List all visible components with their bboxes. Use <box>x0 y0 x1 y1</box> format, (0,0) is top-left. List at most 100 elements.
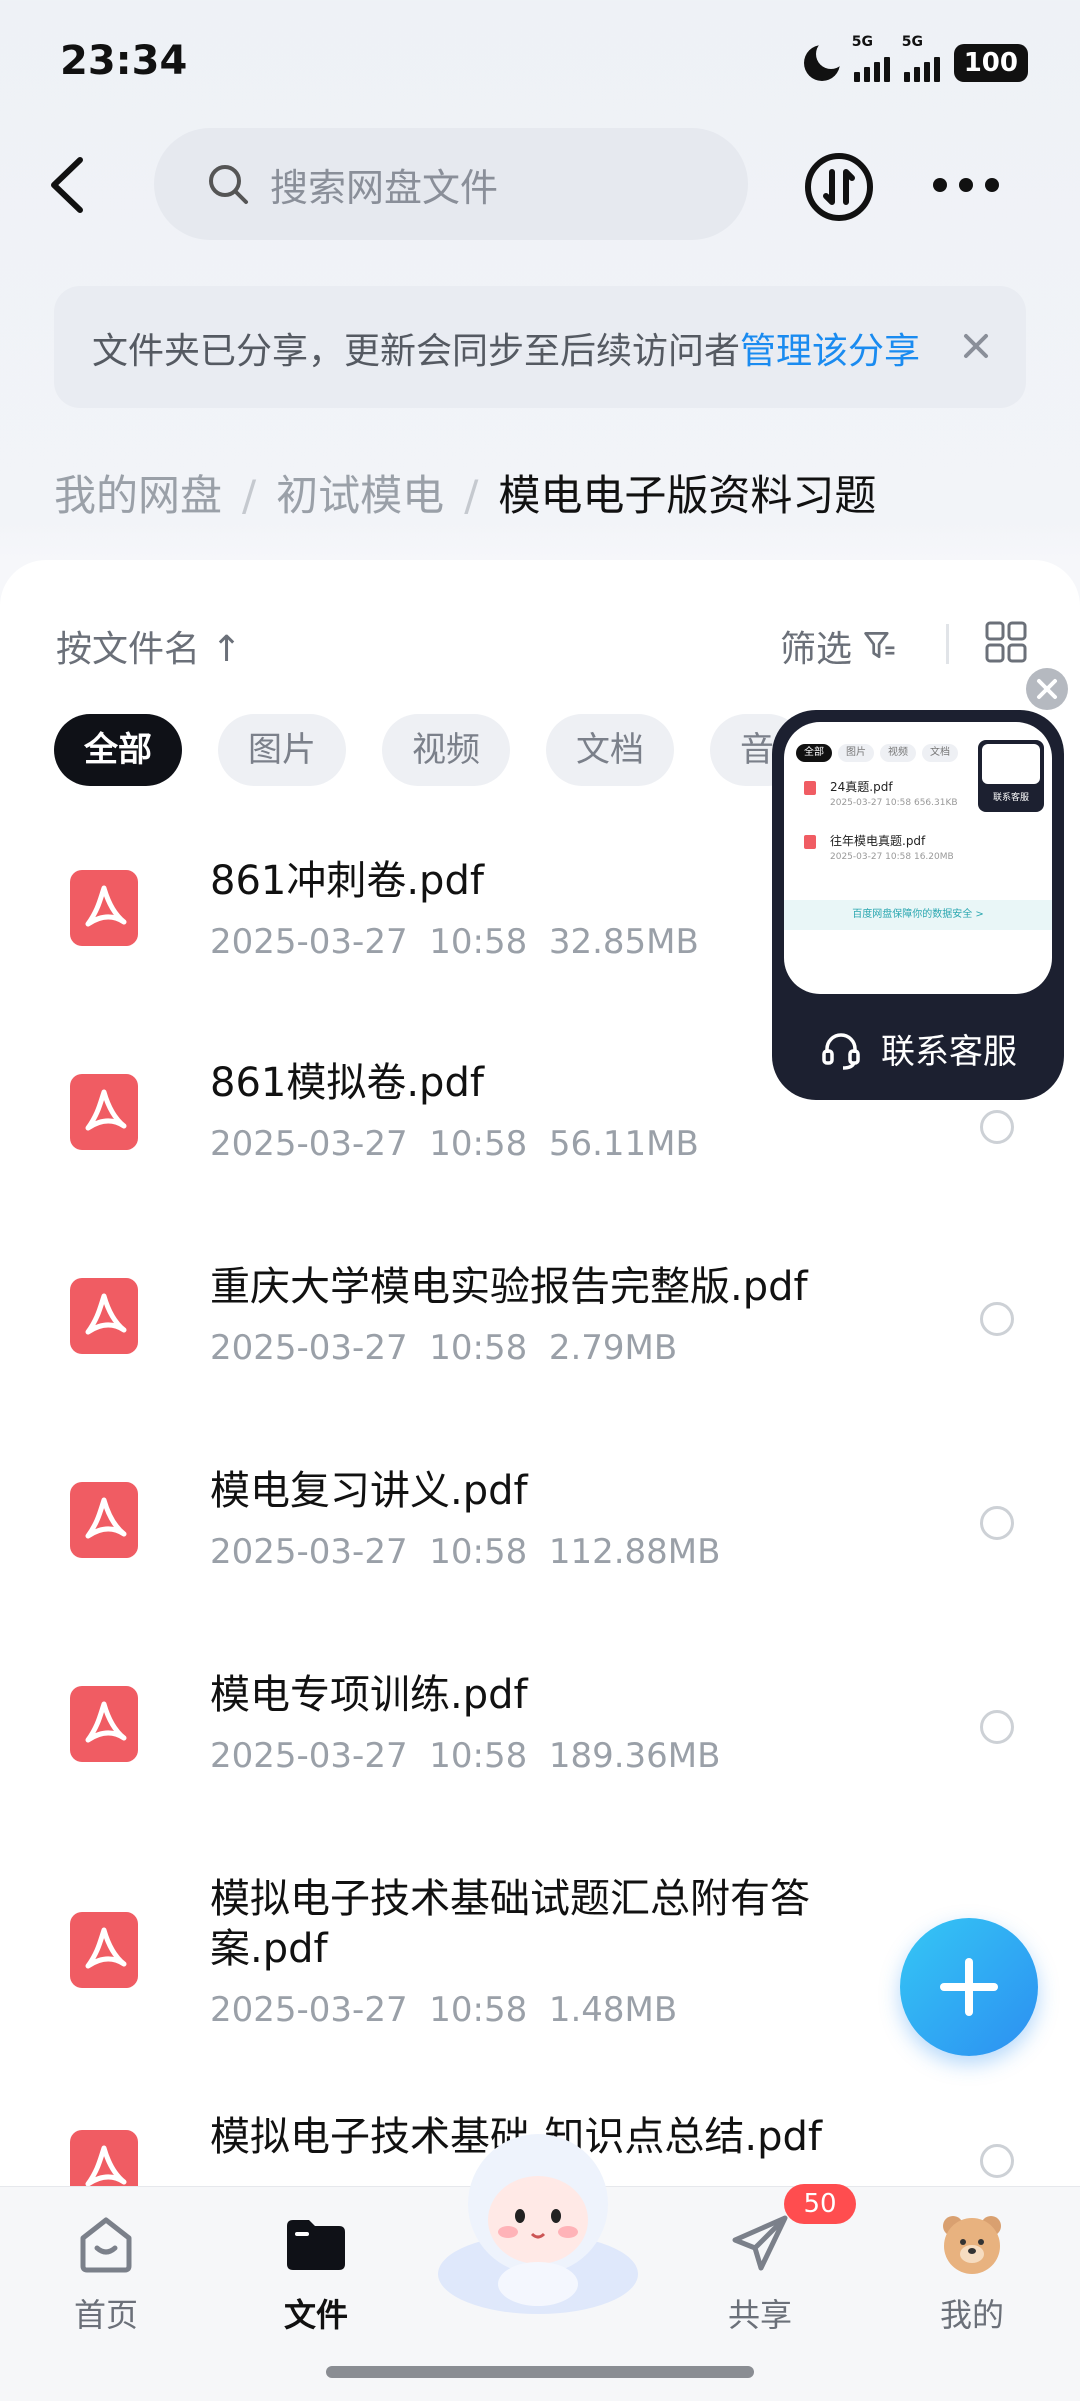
file-name: 重庆大学模电实验报告完整版.pdf <box>210 1264 808 1310</box>
tab-mine[interactable]: 我的 <box>902 2208 1042 2336</box>
dot-icon <box>933 178 947 192</box>
file-name: 模拟电子技术基础试题汇总附有答案.pdf <box>210 1876 810 1972</box>
search-icon <box>209 165 248 204</box>
dot-icon <box>985 178 999 192</box>
filter-icon <box>864 632 895 659</box>
home-icon <box>80 2217 132 2273</box>
file-name: 861冲刺卷.pdf <box>210 858 484 904</box>
close-float-icon[interactable] <box>1026 668 1068 710</box>
toolbar-divider <box>946 624 949 664</box>
file-meta: 2025-03-27 10:58 56.11MB <box>210 1124 699 1164</box>
breadcrumb-parent[interactable]: 初试模电 <box>276 471 444 520</box>
service-preview: 全部 图片 视频 文档 联系客服 24真题.pdf 2025-03-27 10:… <box>784 722 1052 994</box>
signal-icon: 5G <box>902 34 940 82</box>
avatar-bear-icon <box>943 2216 1001 2274</box>
headset-icon <box>822 1032 860 1070</box>
file-meta: 2025-03-27 10:58 1.48MB <box>210 1990 678 2030</box>
status-bar: 23:34 5G 5G 100 <box>0 0 1080 120</box>
breadcrumb-root[interactable]: 我的网盘 <box>54 471 222 520</box>
breadcrumb-separator: / <box>242 471 257 520</box>
breadcrumb-current: 模电电子版资料习题 <box>498 471 877 520</box>
add-button[interactable] <box>900 1918 1038 2056</box>
status-time: 23:34 <box>60 38 188 84</box>
select-radio[interactable] <box>980 1302 1014 1336</box>
grid-view-icon[interactable] <box>984 620 1028 664</box>
mini-service-label: 联系客服 <box>992 793 1029 803</box>
back-button[interactable] <box>40 150 100 220</box>
mini-float: 联系客服 <box>978 740 1044 812</box>
mini-chip: 图片 <box>838 744 874 762</box>
mini-file: 往年模电真题.pdf <box>804 832 925 849</box>
mascot-assistant-icon[interactable] <box>428 2124 648 2314</box>
pdf-file-icon <box>70 1912 138 1988</box>
breadcrumb-separator: / <box>464 471 479 520</box>
chevron-left-icon <box>51 157 83 213</box>
more-options-button[interactable] <box>928 160 1004 210</box>
service-label: 联系客服 <box>772 1024 1064 1073</box>
mini-file-meta: 2025-03-27 10:58 656.31KB <box>830 798 958 808</box>
file-row[interactable]: 模电专项训练.pdf 2025-03-27 10:58 189.36MB <box>0 1646 1080 1846</box>
mini-file-meta: 2025-03-27 10:58 16.20MB <box>830 852 954 862</box>
tab-files[interactable]: 文件 <box>246 2208 386 2336</box>
pdf-file-icon <box>70 1074 138 1150</box>
share-badge: 50 <box>784 2184 856 2224</box>
transfer-icon <box>805 153 873 221</box>
file-meta: 2025-03-27 10:58 2.79MB <box>210 1328 678 1368</box>
file-meta: 2025-03-27 10:58 189.36MB <box>210 1736 721 1776</box>
folder-icon <box>287 2220 345 2270</box>
tab-share[interactable]: 共享 <box>690 2208 830 2336</box>
battery-indicator: 100 <box>953 44 1028 82</box>
search-input[interactable]: 搜索网盘文件 <box>154 128 748 240</box>
tab-files-label: 文件 <box>283 2296 348 2334</box>
transfer-button[interactable] <box>802 150 876 224</box>
share-notice-message: 文件夹已分享，更新会同步至后续访问者 <box>92 331 741 372</box>
breadcrumb: 我的网盘 / 初试模电 / 模电电子版资料习题 <box>54 462 876 523</box>
signal-icon: 5G <box>852 34 890 82</box>
search-placeholder: 搜索网盘文件 <box>270 165 499 210</box>
pdf-file-icon <box>70 1482 138 1558</box>
do-not-disturb-icon <box>803 39 846 81</box>
tab-home[interactable]: 首页 <box>36 2208 176 2336</box>
mini-chip: 全部 <box>796 744 832 762</box>
paper-plane-icon <box>732 2215 788 2271</box>
mini-security-bar: 百度网盘保障你的数据安全 > <box>784 900 1052 930</box>
chip-videos[interactable]: 视频 <box>382 714 510 786</box>
file-row[interactable]: 重庆大学模电实验报告完整版.pdf 2025-03-27 10:58 2.79M… <box>0 1238 1080 1438</box>
pdf-file-icon <box>70 2130 138 2186</box>
chip-images[interactable]: 图片 <box>218 714 346 786</box>
tab-home-label: 首页 <box>73 2296 138 2334</box>
mini-file: 24真题.pdf <box>804 778 893 795</box>
select-radio[interactable] <box>980 1110 1014 1144</box>
file-meta: 2025-03-27 10:58 112.88MB <box>210 1532 721 1572</box>
close-icon[interactable] <box>954 324 998 368</box>
file-name: 模电复习讲义.pdf <box>210 1468 528 1514</box>
home-indicator[interactable] <box>326 2366 754 2378</box>
share-notice-banner: 文件夹已分享，更新会同步至后续访问者管理该分享 <box>54 286 1026 408</box>
file-name: 模电专项训练.pdf <box>210 1672 528 1718</box>
plus-icon <box>940 1958 998 2016</box>
share-notice-text: 文件夹已分享，更新会同步至后续访问者管理该分享 <box>92 322 920 374</box>
customer-service-float[interactable]: 全部 图片 视频 文档 联系客服 24真题.pdf 2025-03-27 10:… <box>772 710 1064 1100</box>
file-row[interactable]: 模电复习讲义.pdf 2025-03-27 10:58 112.88MB <box>0 1442 1080 1642</box>
filter-label: 筛选 <box>780 629 853 670</box>
select-radio[interactable] <box>980 1710 1014 1744</box>
pdf-file-icon <box>70 870 138 946</box>
tab-mine-label: 我的 <box>939 2296 1004 2334</box>
select-radio[interactable] <box>980 1506 1014 1540</box>
signal-label: 5G <box>901 34 923 50</box>
chip-documents[interactable]: 文档 <box>546 714 674 786</box>
status-icons: 5G 5G 100 <box>803 34 1028 82</box>
filter-button[interactable]: 筛选 <box>780 620 898 672</box>
signal-label: 5G <box>851 34 873 50</box>
pdf-file-icon <box>70 1278 138 1354</box>
service-label-text: 联系客服 <box>881 1032 1017 1072</box>
select-radio[interactable] <box>980 2144 1014 2178</box>
dot-icon <box>959 178 973 192</box>
sort-button[interactable]: 按文件名 ↑ <box>56 620 242 672</box>
file-meta: 2025-03-27 10:58 32.85MB <box>210 922 699 962</box>
file-name: 861模拟卷.pdf <box>210 1060 484 1106</box>
manage-share-link[interactable]: 管理该分享 <box>740 331 920 372</box>
mini-chip: 文档 <box>922 744 958 762</box>
tab-share-label: 共享 <box>727 2296 792 2334</box>
chip-all[interactable]: 全部 <box>54 714 182 786</box>
